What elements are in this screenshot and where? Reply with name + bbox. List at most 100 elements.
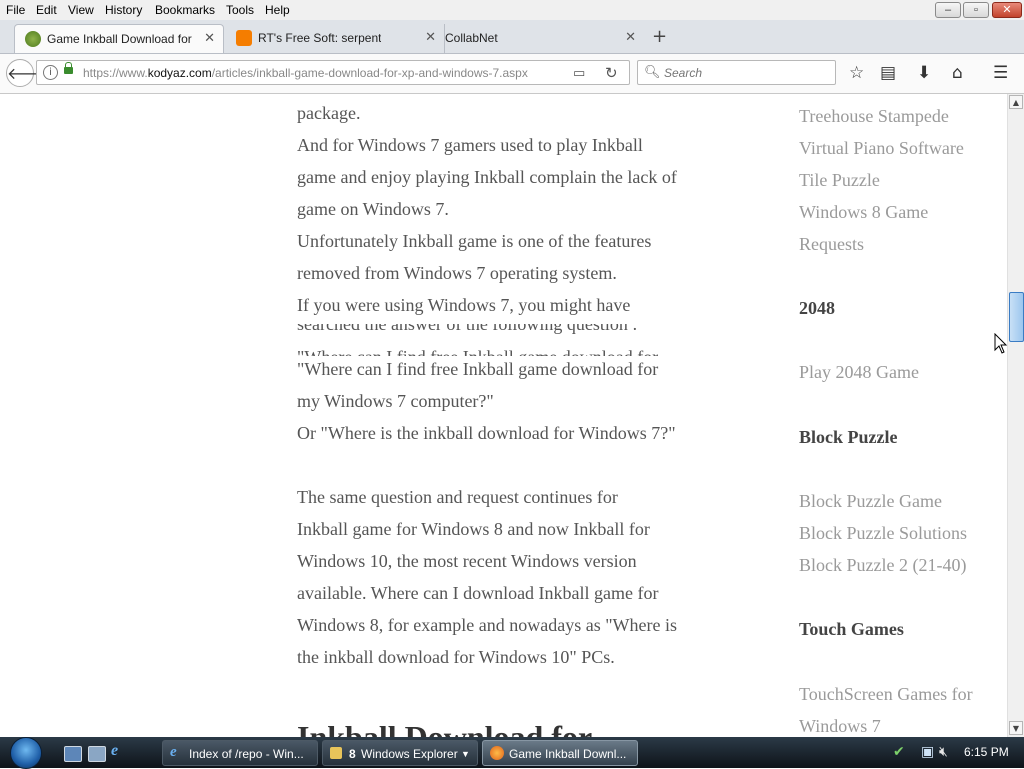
menu-help[interactable]: Help (265, 3, 290, 17)
taskbar-button-label: Game Inkball Downl... (509, 747, 627, 761)
sidebar-link[interactable]: Windows 7 (799, 716, 881, 737)
close-window-button[interactable]: ✕ (992, 2, 1022, 18)
sidebar-link[interactable]: Virtual Piano Software (799, 138, 964, 159)
menu-history[interactable]: History (105, 3, 142, 17)
taskbar: e e Index of /repo - Win... 8 Windows Ex… (0, 737, 1024, 769)
article-line: my Windows 7 computer?" (297, 391, 494, 411)
article-line: game on Windows 7. (297, 199, 449, 219)
volume-muted-icon[interactable]: 🔇︎ (939, 744, 948, 760)
close-tab-icon[interactable]: ✕ (204, 30, 215, 46)
article-line: Windows 8, for example and nowadays as "… (297, 615, 678, 635)
sidebar-heading: 2048 (799, 298, 835, 318)
nav-bar: 🡐 i https://www.kodyaz.com/articles/inkb… (0, 54, 1024, 94)
url-domain: kodyaz.com (147, 66, 212, 80)
scroll-up-arrow-icon[interactable]: ▲ (1009, 95, 1023, 109)
firefox-icon (490, 746, 504, 760)
kodyaz-favicon-icon (25, 31, 41, 47)
url-bar[interactable]: i https://www.kodyaz.com/articles/inkbal… (36, 60, 630, 85)
folder-icon (330, 747, 342, 759)
article-line: The same question and request continues … (297, 487, 618, 507)
info-icon[interactable]: i (43, 65, 58, 80)
start-button[interactable] (10, 737, 42, 769)
tab-strip: Game Inkball Download for ✕ RT's Free So… (0, 20, 1024, 54)
new-tab-button[interactable]: + (652, 26, 667, 47)
taskbar-group-count: 8 (349, 747, 356, 761)
sidebar-link[interactable]: Block Puzzle Game (799, 491, 942, 512)
scroll-down-arrow-icon[interactable]: ▼ (1009, 721, 1023, 735)
sidebar-link[interactable]: TouchScreen Games for (799, 684, 973, 705)
taskbar-button-windows-explorer[interactable]: 8 Windows Explorer ▼ (322, 740, 478, 766)
article-line: "Where can I find free Inkball game down… (297, 359, 659, 379)
reader-view-icon[interactable]: ▭ (573, 66, 585, 81)
taskbar-button-label: Index of /repo - Win... (189, 747, 304, 761)
article-line: Unfortunately Inkball game is one of the… (297, 231, 652, 251)
menu-bookmarks[interactable]: Bookmarks (155, 3, 215, 17)
maximize-button[interactable]: ▫ (963, 2, 989, 18)
network-icon[interactable]: ▣ (921, 744, 934, 760)
bookmarks-list-icon[interactable]: ▤ (880, 63, 896, 83)
downloads-icon[interactable]: ⬇ (917, 63, 931, 83)
url-path: /articles/inkball-game-download-for-xp-a… (211, 66, 528, 80)
menu-tools[interactable]: Tools (226, 3, 254, 17)
article-line: If you were using Windows 7, you might h… (297, 295, 631, 315)
tab-title: RT's Free Soft: serpent (258, 31, 382, 45)
blogger-icon (236, 30, 252, 46)
sidebar-heading: Block Puzzle (799, 427, 898, 447)
menu-view[interactable]: View (68, 3, 94, 17)
menu-bar: File Edit View History Bookmarks Tools H… (0, 0, 1024, 20)
sidebar-link[interactable]: Block Puzzle Solutions (799, 523, 967, 544)
sidebar-link[interactable]: Windows 8 Game (799, 202, 928, 223)
sidebar-link[interactable]: Requests (799, 234, 864, 255)
show-desktop-icon[interactable] (64, 746, 82, 762)
tab-inkball[interactable]: Game Inkball Download for ✕ (14, 24, 224, 53)
scroll-thumb[interactable] (1009, 292, 1024, 342)
menu-hamburger-icon[interactable]: ☰ (993, 63, 1008, 83)
taskbar-button-label: Windows Explorer (361, 747, 458, 761)
tray-status-icon[interactable]: ✔ (893, 744, 905, 760)
article-line-glitch: searched the answer of the following que… (297, 324, 637, 336)
mouse-cursor-icon (994, 333, 1008, 354)
lock-icon (64, 62, 73, 74)
article-line: removed from Windows 7 operating system. (297, 263, 617, 283)
back-button[interactable]: 🡐 (6, 59, 50, 87)
reload-icon[interactable]: ↻ (605, 64, 618, 82)
clock[interactable]: 6:15 PM (964, 745, 1009, 759)
page-content: package. And for Windows 7 gamers used t… (0, 94, 1007, 737)
article-line: And for Windows 7 gamers used to play In… (297, 135, 643, 155)
taskbar-button-firefox[interactable]: Game Inkball Downl... (482, 740, 638, 766)
chevron-down-icon: ▼ (461, 749, 470, 759)
tab-rts-free-soft[interactable]: RT's Free Soft: serpent ✕ (226, 24, 444, 53)
section-heading: Inkball Download for (297, 719, 593, 737)
article-line: package. (297, 103, 361, 123)
article-line: game and enjoy playing Inkball complain … (297, 167, 677, 187)
vertical-scrollbar[interactable]: ▲ ▼ (1007, 94, 1024, 737)
menu-file[interactable]: File (6, 3, 25, 17)
search-box[interactable]: 🔍︎ (637, 60, 836, 85)
url-prefix: https://www. (83, 66, 148, 80)
url-text[interactable]: https://www.kodyaz.com/articles/inkball-… (83, 66, 528, 80)
close-tab-icon[interactable]: ✕ (625, 29, 636, 45)
search-input[interactable] (662, 63, 831, 83)
taskbar-button-index-repo[interactable]: e Index of /repo - Win... (162, 740, 318, 766)
minimize-button[interactable]: – (935, 2, 961, 18)
sidebar-link[interactable]: Block Puzzle 2 (21-40) (799, 555, 966, 576)
article-line: Windows 10, the most recent Windows vers… (297, 551, 637, 571)
sidebar-link[interactable]: Play 2048 Game (799, 362, 919, 383)
menu-edit[interactable]: Edit (36, 3, 57, 17)
article-line: available. Where can I download Inkball … (297, 583, 659, 603)
article-line: Or "Where is the inkball download for Wi… (297, 423, 676, 443)
bookmark-star-icon[interactable]: ☆ (849, 63, 864, 83)
sidebar-heading: Touch Games (799, 619, 904, 639)
search-icon: 🔍︎ (644, 65, 661, 80)
article-line: the inkball download for Windows 10" PCs… (297, 647, 615, 667)
internet-explorer-icon[interactable]: e (111, 742, 127, 759)
article-line: Inkball game for Windows 8 and now Inkba… (297, 519, 650, 539)
switch-windows-icon[interactable] (88, 746, 106, 762)
article-line-text: "Where can I find free Inkball game down… (297, 347, 658, 356)
sidebar-link[interactable]: Tile Puzzle (799, 170, 880, 191)
home-icon[interactable]: ⌂ (952, 63, 963, 83)
article-line-text: searched the answer of the following que… (297, 324, 638, 334)
sidebar-link[interactable]: Treehouse Stampede (799, 106, 949, 127)
close-tab-icon[interactable]: ✕ (425, 29, 436, 45)
tab-collabnet[interactable]: CollabNet ✕ (444, 24, 644, 53)
